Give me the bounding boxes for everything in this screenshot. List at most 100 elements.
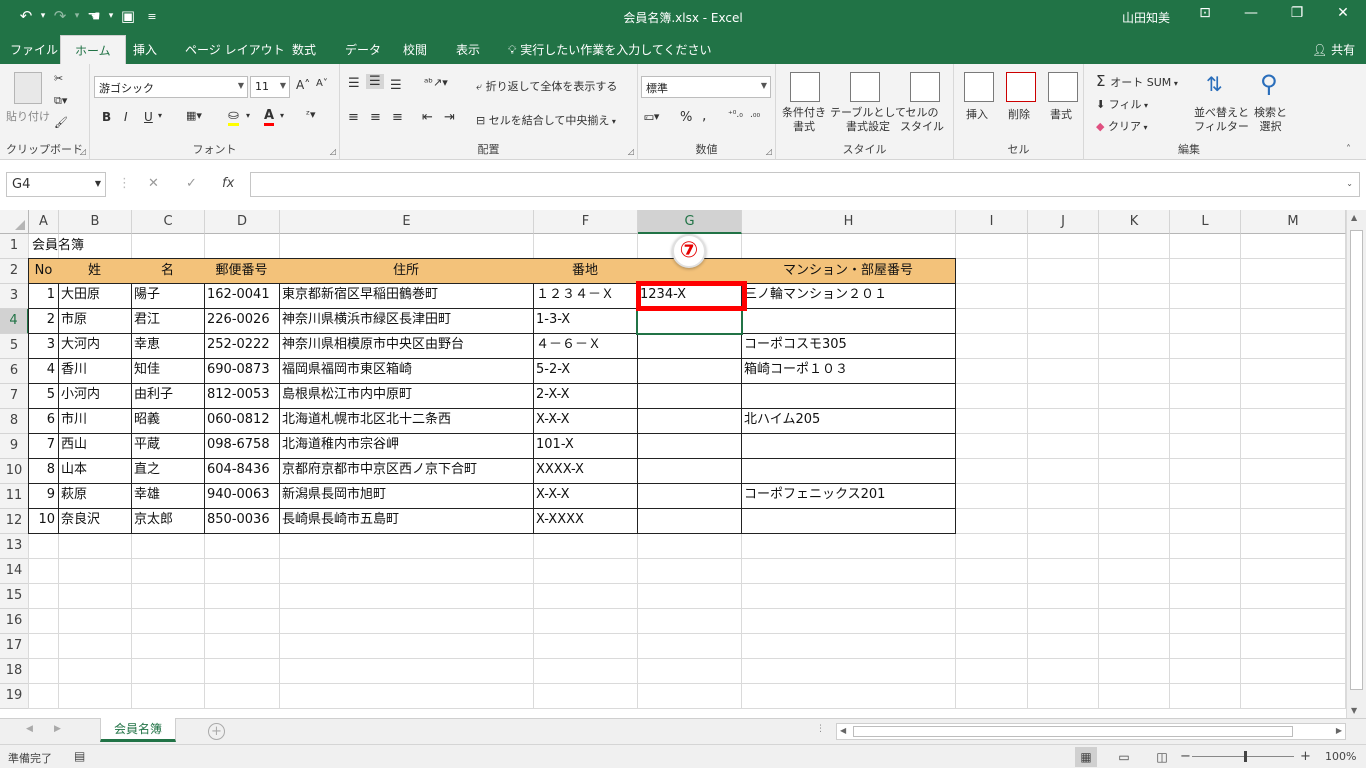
user-name[interactable]: 山田知美 <box>1122 9 1170 26</box>
table-cell[interactable]: 226-0026 <box>204 308 280 334</box>
prev-sheet-icon[interactable]: ◀ <box>26 724 33 734</box>
column-header-b[interactable]: B <box>59 210 132 234</box>
table-cell[interactable]: 市原 <box>58 308 132 334</box>
currency-icon[interactable]: 💴︎▾ <box>644 110 659 124</box>
orientation-icon[interactable]: ᵃᵇ↗▾ <box>424 76 448 89</box>
font-launcher-icon[interactable]: ◿ <box>330 147 336 156</box>
borders-icon[interactable]: ▦▾ <box>186 109 202 122</box>
table-cell[interactable]: X-X-X <box>533 483 638 509</box>
share-button[interactable]: 👤︎ 共有 <box>1312 41 1355 58</box>
underline-button[interactable]: U <box>144 110 153 124</box>
table-cell[interactable]: 2 <box>28 308 59 334</box>
row-header-10[interactable]: 10 <box>0 459 29 484</box>
table-cell[interactable]: コーポフェニックス201 <box>741 483 956 509</box>
table-cell[interactable]: 由利子 <box>131 383 205 409</box>
column-header-k[interactable]: K <box>1099 210 1170 234</box>
table-cell[interactable] <box>741 433 956 459</box>
table-cell[interactable]: 昭義 <box>131 408 205 434</box>
table-cell[interactable]: 市川 <box>58 408 132 434</box>
horizontal-scrollbar[interactable]: ◀ ▶ <box>836 723 1346 740</box>
table-cell[interactable]: 4 <box>28 358 59 384</box>
table-cell[interactable]: １２３４－Ｘ <box>533 283 638 309</box>
select-all-button[interactable] <box>0 210 29 234</box>
table-cell[interactable] <box>637 458 742 484</box>
table-cell[interactable]: 7 <box>28 433 59 459</box>
macro-record-icon[interactable]: ▤ <box>74 749 85 763</box>
restore-button[interactable]: ❐ <box>1282 5 1312 21</box>
number-format-combo[interactable]: 標準 ▼ <box>641 76 771 98</box>
align-left-icon[interactable]: ≡ <box>348 110 359 125</box>
font-name-combo[interactable]: 游ゴシック ▼ <box>94 76 248 98</box>
table-cell[interactable]: 京太郎 <box>131 508 205 534</box>
table-cell[interactable]: 3 <box>28 333 59 359</box>
normal-view-icon[interactable]: ▦ <box>1075 747 1097 767</box>
format-as-table-button[interactable]: テーブルとして 書式設定 <box>830 106 906 134</box>
zoom-out-button[interactable]: − <box>1180 749 1191 764</box>
row-header-7[interactable]: 7 <box>0 384 29 409</box>
tab-home[interactable]: ホーム <box>60 35 126 64</box>
clipboard-launcher-icon[interactable]: ◿ <box>80 147 86 156</box>
collapse-ribbon-icon[interactable]: ˄ <box>1346 144 1351 155</box>
row-header-8[interactable]: 8 <box>0 409 29 434</box>
enter-icon[interactable]: ✓ <box>186 176 197 191</box>
sort-filter-icon[interactable]: ⇅ <box>1206 72 1223 96</box>
tab-insert[interactable]: 挿入 <box>133 41 157 58</box>
alignment-launcher-icon[interactable]: ◿ <box>628 147 634 156</box>
column-header-l[interactable]: L <box>1170 210 1241 234</box>
worksheet-grid[interactable]: ABCDEFGHIJKLM 1 2 3 4 5 6 7 8 9 10 11 12 13 14 15 16 17 1… <box>0 210 1346 718</box>
next-sheet-icon[interactable]: ▶ <box>54 724 61 734</box>
row-header-16[interactable]: 16 <box>0 609 29 634</box>
italic-button[interactable]: I <box>124 110 128 124</box>
row-header-14[interactable]: 14 <box>0 559 29 584</box>
table-header-cell[interactable]: 姓 <box>58 258 132 284</box>
table-cell[interactable]: 1-3-X <box>533 308 638 334</box>
underline-dropdown-icon[interactable]: ▾ <box>158 111 162 120</box>
zoom-level[interactable]: 100% <box>1325 750 1356 763</box>
table-cell[interactable] <box>637 483 742 509</box>
table-cell[interactable]: 5 <box>28 383 59 409</box>
table-cell[interactable]: 098-6758 <box>204 433 280 459</box>
grow-font-button[interactable]: A˄ <box>296 78 310 92</box>
column-header-c[interactable]: C <box>132 210 205 234</box>
delete-cells-icon[interactable] <box>1006 72 1036 102</box>
cell-styles-button[interactable]: セルの スタイル <box>900 106 944 134</box>
row-header-13[interactable]: 13 <box>0 534 29 559</box>
tab-split-icon[interactable]: ⋮ <box>816 724 825 734</box>
merge-center-button[interactable]: ⊟ セルを結合して中央揃え ▾ <box>476 112 616 128</box>
table-cell[interactable] <box>637 358 742 384</box>
sheet-tab-active[interactable]: 会員名簿 <box>100 718 176 742</box>
percent-button[interactable]: % <box>680 110 692 125</box>
table-cell[interactable]: 西山 <box>58 433 132 459</box>
fill-color-icon[interactable]: ⛀ <box>228 108 239 126</box>
column-header-g[interactable]: G <box>638 210 742 234</box>
formula-input[interactable]: ⌄ <box>250 172 1360 197</box>
format-cells-button[interactable]: 書式 <box>1050 106 1072 122</box>
row-header-15[interactable]: 15 <box>0 584 29 609</box>
column-header-m[interactable]: M <box>1241 210 1346 234</box>
row-header-4[interactable]: 4 <box>0 309 29 334</box>
tab-view[interactable]: 表示 <box>456 41 480 58</box>
table-cell[interactable]: 三ノ輪マンション２０１ <box>741 283 956 309</box>
row-header-1[interactable]: 1 <box>0 234 29 259</box>
table-cell[interactable]: 850-0036 <box>204 508 280 534</box>
scroll-right-icon[interactable]: ▶ <box>1336 726 1342 735</box>
table-cell[interactable]: X-X-X <box>533 408 638 434</box>
table-cell[interactable]: 幸恵 <box>131 333 205 359</box>
table-cell[interactable]: 162-0041 <box>204 283 280 309</box>
table-cell[interactable]: 京都府京都市中京区西ノ京下合町 <box>279 458 534 484</box>
table-cell[interactable]: 陽子 <box>131 283 205 309</box>
paste-button[interactable]: 貼り付け <box>6 108 50 124</box>
tab-formulas[interactable]: 数式 <box>292 41 316 58</box>
name-box[interactable]: G4 ▼ <box>6 172 106 197</box>
wrap-text-button[interactable]: ⤶ 折り返して全体を表示する <box>476 78 617 94</box>
table-cell[interactable]: 大河内 <box>58 333 132 359</box>
table-cell[interactable]: 252-0222 <box>204 333 280 359</box>
find-select-button[interactable]: 検索と 選択 <box>1254 106 1287 134</box>
autosum-button[interactable]: Σ オート SUM ▾ <box>1096 72 1178 90</box>
format-cells-icon[interactable] <box>1048 72 1078 102</box>
column-header-d[interactable]: D <box>205 210 280 234</box>
table-cell[interactable]: 知佳 <box>131 358 205 384</box>
increase-indent-icon[interactable]: ⇥ <box>444 110 455 125</box>
table-cell[interactable]: 神奈川県横浜市緑区長津田町 <box>279 308 534 334</box>
fill-button[interactable]: ⬇︎ フィル ▾ <box>1096 96 1148 112</box>
